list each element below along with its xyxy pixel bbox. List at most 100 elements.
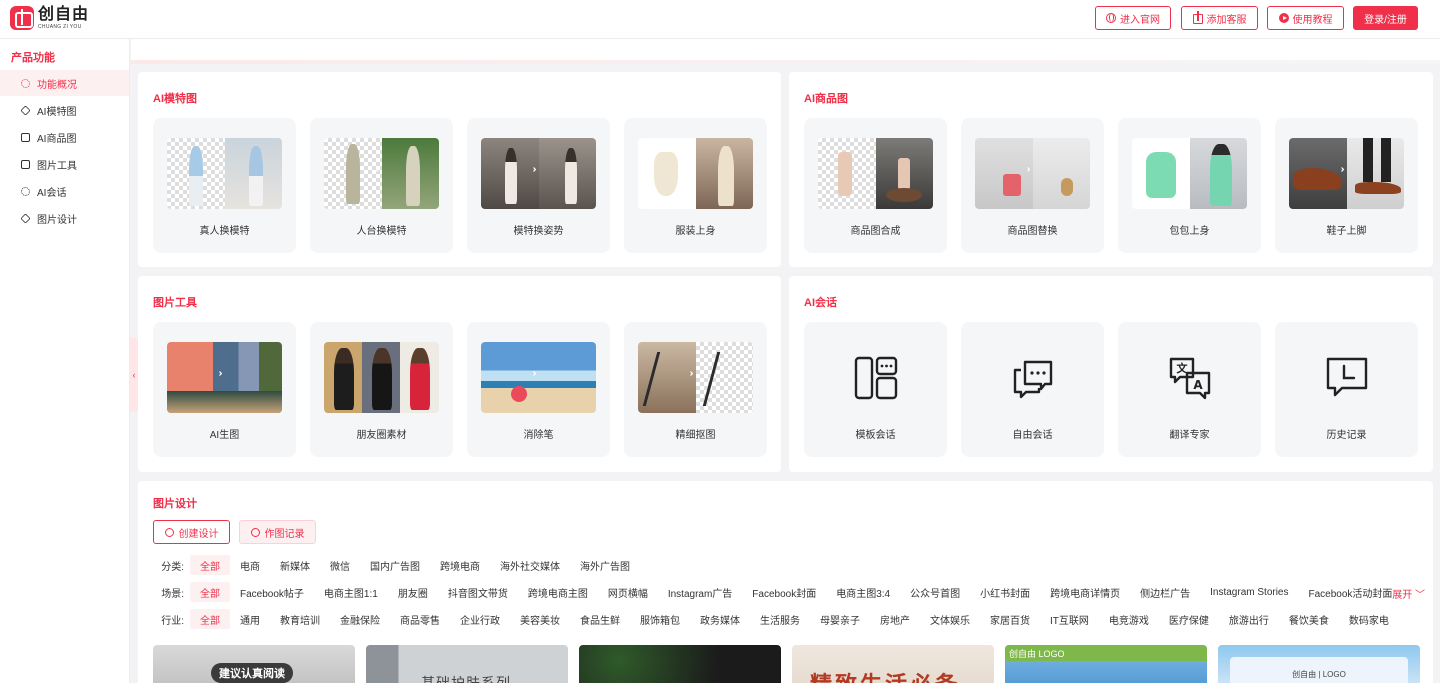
scene-chip[interactable]: 电商主图3:4 xyxy=(826,582,900,602)
scene-chip[interactable]: 全部 xyxy=(190,582,230,602)
chat-icon xyxy=(21,186,30,196)
tile-bag-on-body[interactable]: 包包上身 xyxy=(1118,118,1261,253)
tile-garment-on-body[interactable]: 服装上身 xyxy=(624,118,767,253)
category-chip[interactable]: 海外广告图 xyxy=(570,555,640,575)
template-thumb[interactable] xyxy=(579,645,781,683)
sidebar-item-ai-product[interactable]: AI商品图 xyxy=(0,124,129,150)
category-chip[interactable]: 跨境电商 xyxy=(430,555,490,575)
industry-chip[interactable]: 母婴亲子 xyxy=(810,609,870,629)
industry-chip[interactable]: 数码家电 xyxy=(1339,609,1399,629)
template-thumb[interactable]: 基础护肤系列 xyxy=(366,645,568,683)
industry-chip[interactable]: 企业行政 xyxy=(450,609,510,629)
create-design-button[interactable]: 创建设计 xyxy=(153,520,230,544)
template-thumb[interactable]: 建议认真阅读 xyxy=(153,645,355,683)
tile-template-chat[interactable]: 模板会话 xyxy=(804,322,947,457)
sidebar-item-image-design[interactable]: 图片设计 xyxy=(0,205,129,231)
arrow-icon xyxy=(533,164,547,178)
industry-chip[interactable]: 食品生鲜 xyxy=(570,609,630,629)
industry-chip[interactable]: 文体娱乐 xyxy=(920,609,980,629)
expand-filters-button[interactable]: 展开 ﹀ xyxy=(1392,586,1425,601)
tile-history[interactable]: 历史记录 xyxy=(1275,322,1418,457)
industry-chip[interactable]: 餐饮美食 xyxy=(1279,609,1339,629)
tile-label: 精细抠图 xyxy=(675,430,716,441)
industry-chip[interactable]: 家居百货 xyxy=(980,609,1040,629)
tutorial-button[interactable]: 使用教程 xyxy=(1267,6,1344,30)
sidebar-item-image-tools[interactable]: 图片工具 xyxy=(0,151,129,177)
industry-chip[interactable]: 房地产 xyxy=(870,609,920,629)
tile-eraser[interactable]: 消除笔 xyxy=(467,322,610,457)
industry-chip[interactable]: 通用 xyxy=(230,609,270,629)
tile-moments-material[interactable]: 朋友圈素材 xyxy=(310,322,453,457)
category-chip[interactable]: 微信 xyxy=(320,555,360,575)
design-history-button[interactable]: 作图记录 xyxy=(239,520,316,544)
scene-chip[interactable]: 朋友圈 xyxy=(388,582,438,602)
industry-chip[interactable]: 商品零售 xyxy=(390,609,450,629)
industry-chip[interactable]: 金融保险 xyxy=(330,609,390,629)
logo[interactable]: 创自由 CHUANG ZI YOU xyxy=(10,6,89,30)
industry-chip[interactable]: 美容美妆 xyxy=(510,609,570,629)
translate-glyph-zh: 文 xyxy=(1177,361,1189,375)
scene-chip[interactable]: Facebook活动封面 xyxy=(1299,582,1403,602)
tile-mannequin-to-model[interactable]: 人台换模特 xyxy=(310,118,453,253)
category-filter-row: 分类: 全部 电商 新媒体 微信 国内广告图 跨境电商 海外社交媒体 海外广告图 xyxy=(138,555,640,575)
enter-site-button[interactable]: 进入官网 xyxy=(1095,6,1171,30)
industry-chip[interactable]: 生活服务 xyxy=(750,609,810,629)
tile-free-chat[interactable]: 自由会话 xyxy=(961,322,1104,457)
template-thumb[interactable]: 精致生活必备 xyxy=(792,645,994,683)
industry-chip[interactable]: 政务媒体 xyxy=(690,609,750,629)
industry-chip[interactable]: IT互联网 xyxy=(1040,609,1099,629)
scene-chip[interactable]: 小红书封面 xyxy=(970,582,1040,602)
sidebar: 产品功能 功能概况 AI模特图 AI商品图 图片工具 AI会话 图片设计 xyxy=(0,39,130,683)
add-service-button[interactable]: 添加客服 xyxy=(1181,6,1258,30)
sidebar-collapse-handle[interactable]: ‹ xyxy=(130,338,138,412)
template-thumb[interactable]: 创自由 LOGO xyxy=(1005,645,1207,683)
tile-ai-generate[interactable]: AI生图 xyxy=(153,322,296,457)
sidebar-item-ai-model[interactable]: AI模特图 xyxy=(0,97,129,123)
arrow-icon xyxy=(690,164,704,178)
industry-chip[interactable]: 医疗保健 xyxy=(1159,609,1219,629)
tile-fine-cutout[interactable]: 精细抠图 xyxy=(624,322,767,457)
industry-chip[interactable]: 全部 xyxy=(190,609,230,629)
scene-chip[interactable]: 跨境电商详情页 xyxy=(1040,582,1130,602)
image-tools-card: 图片工具 AI生图 朋友圈素材 消除笔 精细抠图 xyxy=(138,276,781,472)
scene-chip[interactable]: 电商主图1:1 xyxy=(314,582,388,602)
scene-chip[interactable]: Facebook封面 xyxy=(742,582,826,602)
tile-real-model-swap[interactable]: 真人换模特 xyxy=(153,118,296,253)
card-title: AI模特图 xyxy=(153,93,197,105)
arrow-icon xyxy=(1341,164,1355,178)
industry-chip[interactable]: 旅游出行 xyxy=(1219,609,1279,629)
ai-model-card: AI模特图 真人换模特 人台换模特 模特换姿势 xyxy=(138,72,781,267)
category-chip[interactable]: 海外社交媒体 xyxy=(490,555,570,575)
tile-model-pose-change[interactable]: 模特换姿势 xyxy=(467,118,610,253)
industry-chip[interactable]: 教育培训 xyxy=(270,609,330,629)
tile-label: 自由会话 xyxy=(1012,430,1053,441)
template-thumb-text: 创自由 LOGO xyxy=(1009,649,1065,659)
scene-chip[interactable]: 跨境电商主图 xyxy=(518,582,598,602)
tile-shoes-on-feet[interactable]: 鞋子上脚 xyxy=(1275,118,1418,253)
tile-product-composite[interactable]: 商品图合成 xyxy=(804,118,947,253)
industry-chip[interactable]: 服饰箱包 xyxy=(630,609,690,629)
tile-product-replace[interactable]: 商品图替换 xyxy=(961,118,1104,253)
scene-chip[interactable]: Instagram Stories xyxy=(1200,582,1298,602)
industry-chip[interactable]: 电竞游戏 xyxy=(1099,609,1159,629)
tile-translator[interactable]: 文 A 翻译专家 xyxy=(1118,322,1261,457)
tile-label: 朋友圈素材 xyxy=(356,430,407,441)
ai-product-card: AI商品图 商品图合成 商品图替换 包包上身 xyxy=(789,72,1433,267)
sidebar-item-ai-chat[interactable]: AI会话 xyxy=(0,178,129,204)
scene-chip[interactable]: 侧边栏广告 xyxy=(1130,582,1200,602)
scene-chip[interactable]: Instagram广告 xyxy=(658,582,742,602)
scene-chip[interactable]: 抖音图文带货 xyxy=(438,582,518,602)
category-chip[interactable]: 全部 xyxy=(190,555,230,575)
arrow-icon xyxy=(690,368,704,382)
category-chip[interactable]: 国内广告图 xyxy=(360,555,430,575)
login-register-button[interactable]: 登录/注册 xyxy=(1353,6,1418,30)
category-chip[interactable]: 电商 xyxy=(230,555,270,575)
sidebar-item-overview[interactable]: 功能概况 xyxy=(0,70,129,96)
arrow-icon xyxy=(219,368,233,382)
template-thumb[interactable]: 创自由 | LOGO xyxy=(1218,645,1420,683)
scene-chip[interactable]: Facebook帖子 xyxy=(230,582,314,602)
category-chip[interactable]: 新媒体 xyxy=(270,555,320,575)
tile-image xyxy=(1132,138,1247,209)
scene-chip[interactable]: 公众号首图 xyxy=(900,582,970,602)
scene-chip[interactable]: 网页横幅 xyxy=(598,582,658,602)
